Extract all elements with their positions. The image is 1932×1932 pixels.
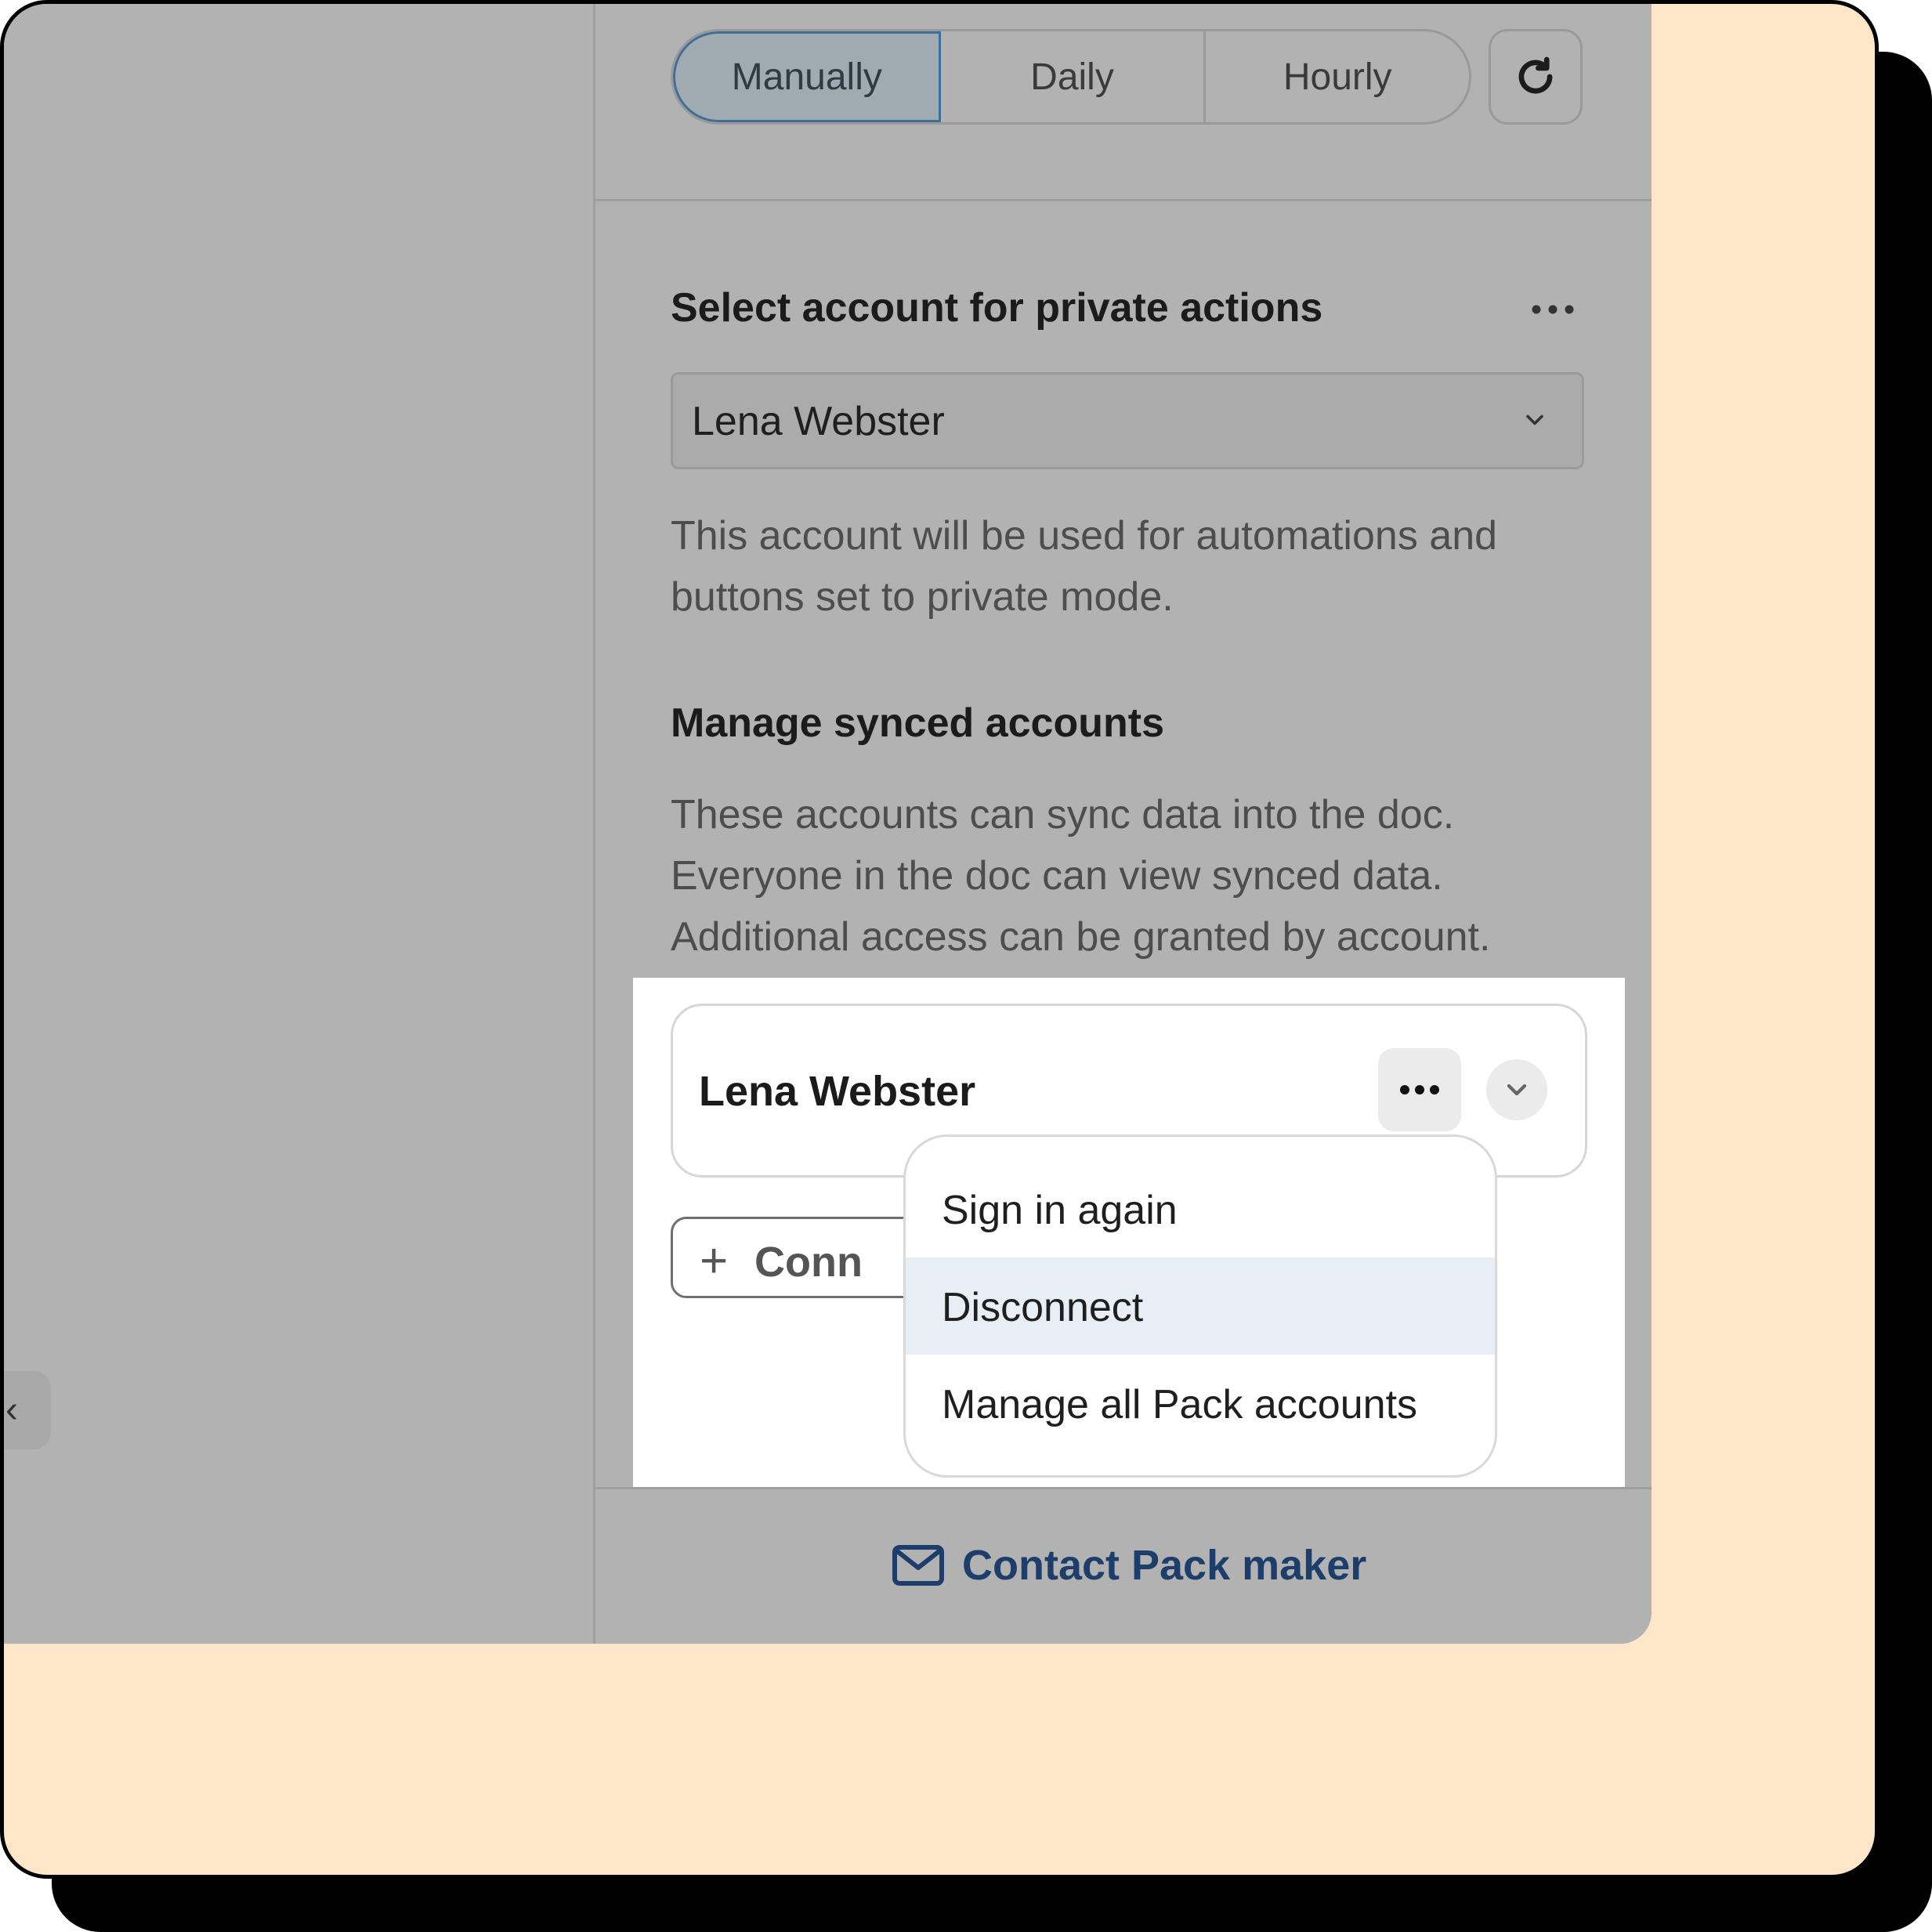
contact-pack-maker-link[interactable]: Contact Pack maker <box>892 1541 1366 1590</box>
mail-icon <box>892 1545 944 1586</box>
menu-item-disconnect[interactable]: Disconnect <box>906 1257 1495 1355</box>
menu-item-sign-in-again[interactable]: Sign in again <box>906 1160 1495 1257</box>
private-actions-heading: Select account for private actions <box>671 285 1323 331</box>
private-account-select[interactable]: Lena Webster <box>671 372 1584 469</box>
panel-footer: Contact Pack maker <box>595 1487 1652 1644</box>
refresh-option-hourly[interactable]: Hourly <box>1206 31 1469 122</box>
chevron-icon: ‹ <box>5 1389 18 1431</box>
refresh-button[interactable] <box>1489 29 1583 125</box>
menu-item-label: Disconnect <box>942 1285 1144 1330</box>
private-actions-description: This account will be used for automation… <box>671 513 1498 620</box>
selected-account-value: Lena Webster <box>692 399 945 444</box>
synced-accounts-heading: Manage synced accounts <box>671 700 1164 746</box>
pack-settings-panel: Manually Daily Hourly Select account for… <box>595 4 1652 1644</box>
refresh-icon <box>1518 56 1553 94</box>
account-options-menu: Sign in again Disconnect Manage all Pack… <box>903 1134 1497 1478</box>
refresh-option-daily[interactable]: Daily <box>941 31 1207 122</box>
connect-account-label: Conn <box>754 1239 863 1286</box>
menu-item-manage-all-pack-accounts[interactable]: Manage all Pack accounts <box>906 1355 1495 1452</box>
account-expand-button[interactable] <box>1486 1059 1547 1120</box>
private-actions-more-button[interactable] <box>1521 286 1584 333</box>
account-more-button[interactable] <box>1378 1048 1461 1131</box>
synced-accounts-description: These accounts can sync data into the do… <box>671 792 1491 960</box>
app-window: ‹ Manually Daily Hourly Select account f… <box>4 4 1652 1644</box>
chevron-down-icon <box>1507 1084 1527 1096</box>
screenshot-frame: ‹ Manually Daily Hourly Select account f… <box>0 0 1879 1879</box>
account-name: Lena Webster <box>699 1068 976 1115</box>
contact-pack-maker-label: Contact Pack maker <box>962 1542 1367 1589</box>
chevron-down-icon <box>1526 414 1543 425</box>
menu-item-label: Manage all Pack accounts <box>942 1382 1418 1427</box>
synced-accounts-list: Lena Webster + Conn Sign in again Discon… <box>633 978 1625 1489</box>
doc-canvas-dimmed: ‹ <box>4 4 595 1644</box>
more-horizontal-icon <box>1400 1085 1439 1094</box>
plus-icon: + <box>700 1234 729 1288</box>
refresh-frequency-toggle: Manually Daily Hourly <box>671 29 1471 125</box>
more-horizontal-icon <box>1532 305 1574 314</box>
collapse-button[interactable]: ‹ <box>4 1371 51 1449</box>
section-divider <box>595 199 1652 201</box>
refresh-option-manually[interactable]: Manually <box>673 31 941 122</box>
menu-item-label: Sign in again <box>942 1188 1178 1233</box>
